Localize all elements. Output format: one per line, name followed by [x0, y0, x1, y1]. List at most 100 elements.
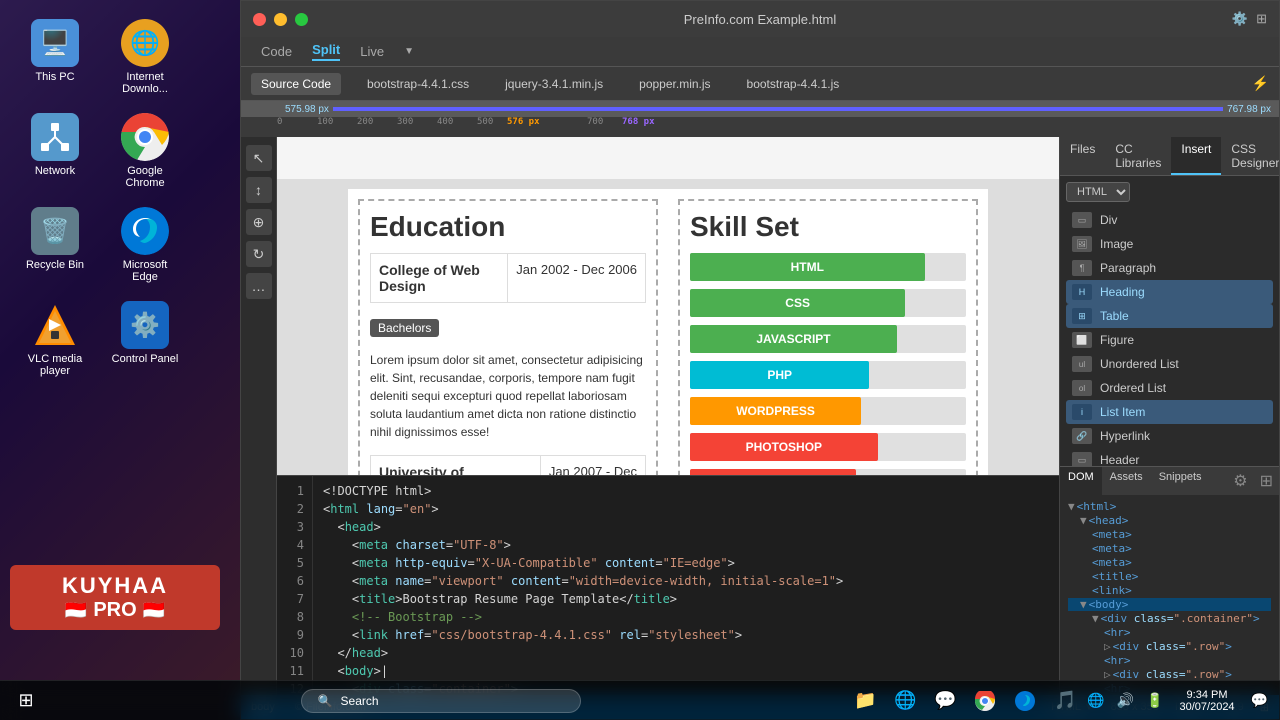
insert-figure[interactable]: ⬜ Figure — [1066, 328, 1273, 352]
desktop-icon-edge[interactable]: Microsoft Edge — [105, 203, 185, 287]
tab-bootstrap-css[interactable]: bootstrap-4.4.1.css — [357, 73, 479, 95]
tool-more[interactable]: … — [246, 273, 272, 299]
filter-icon[interactable]: ⚡ — [1252, 75, 1269, 92]
tab-jquery[interactable]: jquery-3.4.1.min.js — [495, 73, 613, 95]
dom-node-body[interactable]: ▼<body> — [1068, 598, 1271, 611]
search-placeholder: Search — [341, 694, 379, 708]
taskbar-icon-music[interactable]: 🎵 — [1047, 683, 1083, 719]
search-icon: 🔍 — [318, 694, 333, 708]
start-button[interactable]: ⊞ — [8, 683, 44, 719]
dom-node-container[interactable]: ▼<div class=".container"> — [1068, 612, 1271, 625]
tab-files[interactable]: Files — [1060, 137, 1105, 175]
desktop-icon-recycle-bin[interactable]: 🗑️ Recycle Bin — [15, 203, 95, 287]
dom-node-meta3[interactable]: <meta> — [1068, 556, 1271, 569]
desktop-icon-vlc[interactable]: VLC media player — [15, 297, 95, 381]
close-button[interactable] — [253, 13, 266, 26]
dom-expand-icon[interactable]: ⊞ — [1254, 467, 1279, 495]
desktop-icon-internet-download[interactable]: 🌐 Internet Downlo... — [105, 15, 185, 99]
preview-content-wrapper[interactable]: Education College of Web Design Jan 2002… — [277, 179, 1059, 475]
split-icon[interactable]: ⊞ — [1256, 11, 1267, 27]
code-editor[interactable]: 12345 678910 111213141516 <!DOCTYPE html… — [277, 475, 1059, 695]
insert-div[interactable]: ▭ Div — [1066, 208, 1273, 232]
dom-node-hr1[interactable]: <hr> — [1068, 626, 1271, 639]
tab-popper[interactable]: popper.min.js — [629, 73, 720, 95]
settings-icon[interactable]: ⚙️ — [1232, 11, 1248, 27]
notification-icon[interactable]: 💬 — [1247, 688, 1272, 713]
tool-refresh[interactable]: ↻ — [246, 241, 272, 267]
insert-table[interactable]: ⊞ Table — [1066, 304, 1273, 328]
edu-date-2: Jan 2007 - Dec — [541, 456, 645, 475]
taskbar-left: ⊞ — [8, 683, 44, 719]
dom-node-html[interactable]: ▼<html> — [1068, 500, 1271, 513]
taskbar: ⊞ 🔍 Search 📁 🌐 💬 🎵 🌐 🔊 🔋 9:34 PM 30/07/2… — [0, 680, 1280, 720]
desktop-icon-chrome[interactable]: Google Chrome — [105, 109, 185, 193]
edu-description: Lorem ipsum dolor sit amet, consectetur … — [370, 345, 646, 447]
dom-settings-icon[interactable]: ⚙ — [1227, 467, 1253, 495]
left-sidebar: ↖ ↕ ⊕ ↻ … — [241, 137, 277, 695]
tab-cc-libraries[interactable]: CC Libraries — [1105, 137, 1171, 175]
tool-pointer[interactable]: ↖ — [246, 145, 272, 171]
taskbar-icon-browser[interactable]: 🌐 — [887, 683, 923, 719]
taskbar-icon-explorer[interactable]: 📁 — [847, 683, 883, 719]
skill-bar-css: CSS — [690, 289, 966, 317]
html-preview: Education College of Web Design Jan 2002… — [348, 189, 988, 475]
dom-node-hr2[interactable]: <hr> — [1068, 654, 1271, 667]
battery-icon[interactable]: 🔋 — [1142, 688, 1167, 713]
paragraph-icon: ¶ — [1072, 260, 1092, 276]
tool-zoom[interactable]: ⊕ — [246, 209, 272, 235]
minimize-button[interactable] — [274, 13, 287, 26]
dom-node-meta2[interactable]: <meta> — [1068, 542, 1271, 555]
live-mode-btn[interactable]: Live — [360, 44, 384, 59]
insert-unordered-list[interactable]: ul Unordered List — [1066, 352, 1273, 376]
tab-snippets[interactable]: Snippets — [1151, 467, 1210, 495]
dom-node-link[interactable]: <link> — [1068, 584, 1271, 597]
tab-assets[interactable]: Assets — [1102, 467, 1151, 495]
tab-css-designer[interactable]: CSS Designer — [1221, 137, 1279, 175]
insert-image[interactable]: 🖼 Image — [1066, 232, 1273, 256]
taskbar-icon-chrome[interactable] — [967, 683, 1003, 719]
taskbar-icon-edge[interactable] — [1007, 683, 1043, 719]
desktop-icon-network[interactable]: Network — [15, 109, 95, 193]
desktop: 🖥️ This PC 🌐 Internet Downlo... Network … — [0, 0, 240, 680]
dom-node-row1[interactable]: ▷<div class=".row"> — [1068, 640, 1271, 653]
insert-header[interactable]: ▭ Header — [1066, 448, 1273, 466]
insert-heading[interactable]: H Heading — [1066, 280, 1273, 304]
skill-bar-html: HTML — [690, 253, 966, 281]
dom-node-head[interactable]: ▼<head> — [1068, 514, 1271, 527]
code-mode-btn[interactable]: Code — [261, 44, 292, 59]
live-dropdown-icon[interactable]: ▼ — [404, 46, 414, 57]
desktop-icon-control-panel[interactable]: ⚙️ Control Panel — [105, 297, 185, 381]
desktop-icon-this-pc[interactable]: 🖥️ This PC — [15, 15, 95, 99]
dom-node-meta1[interactable]: <meta> — [1068, 528, 1271, 541]
ol-icon: ol — [1072, 380, 1092, 396]
figure-icon: ⬜ — [1072, 332, 1092, 348]
code-content[interactable]: <!DOCTYPE html> <html lang="en"> <head> … — [313, 476, 1059, 695]
tool-arrow[interactable]: ↕ — [246, 177, 272, 203]
table-icon: ⊞ — [1072, 308, 1092, 324]
split-mode-btn[interactable]: Split — [312, 42, 340, 61]
tab-source-code[interactable]: Source Code — [251, 73, 341, 95]
time-display[interactable]: 9:34 PM 30/07/2024 — [1172, 689, 1243, 713]
network-sys-icon[interactable]: 🌐 — [1083, 688, 1108, 713]
tab-dom[interactable]: DOM — [1060, 467, 1102, 495]
insert-list-item[interactable]: i List Item — [1066, 400, 1273, 424]
skill-title: Skill Set — [690, 211, 966, 243]
tab-insert[interactable]: Insert — [1171, 137, 1221, 175]
skill-bar-ai: ILLUSTRATOR — [690, 469, 966, 475]
tab-bootstrap-js[interactable]: bootstrap-4.4.1.js — [737, 73, 850, 95]
image-icon: 🖼 — [1072, 236, 1092, 252]
dom-panel: DOM Assets Snippets ⚙ ⊞ ▼<html> ▼<head> … — [1060, 466, 1279, 695]
search-bar[interactable]: 🔍 Search — [301, 689, 581, 713]
insert-paragraph[interactable]: ¶ Paragraph — [1066, 256, 1273, 280]
dom-node-title[interactable]: <title> — [1068, 570, 1271, 583]
px-right-label: 767.98 px — [1227, 104, 1271, 115]
insert-ordered-list[interactable]: ol Ordered List — [1066, 376, 1273, 400]
editor-window: PreInfo.com Example.html ⚙️ ⊞ Code Split… — [240, 0, 1280, 720]
maximize-button[interactable] — [295, 13, 308, 26]
education-panel: Education College of Web Design Jan 2002… — [358, 199, 658, 475]
taskbar-icon-chat[interactable]: 💬 — [927, 683, 963, 719]
insert-hyperlink[interactable]: 🔗 Hyperlink — [1066, 424, 1273, 448]
volume-icon[interactable]: 🔊 — [1113, 688, 1138, 713]
html-type-select[interactable]: HTML — [1066, 182, 1130, 202]
edu-degree-badge: Bachelors — [370, 319, 439, 337]
